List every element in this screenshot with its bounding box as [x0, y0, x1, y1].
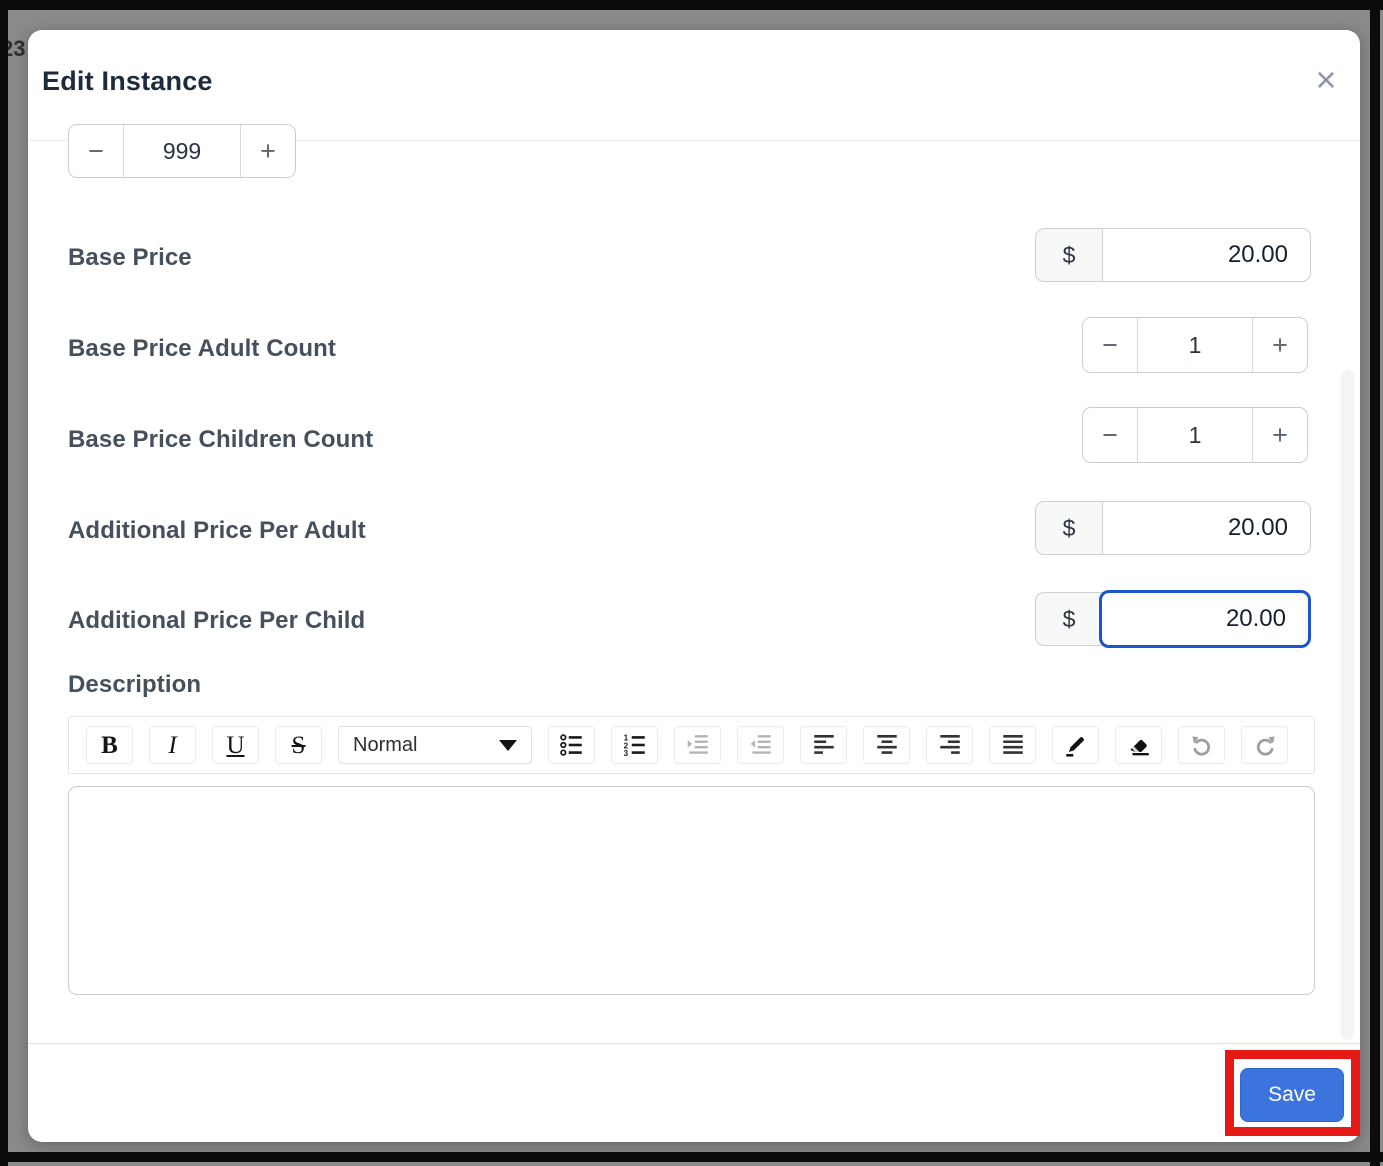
outdent-button[interactable] [737, 726, 784, 764]
additional-adult-group: $ [1035, 501, 1311, 555]
paragraph-style-dropdown[interactable]: Normal [338, 726, 532, 764]
indent-icon [685, 732, 711, 758]
eraser-button[interactable] [1115, 726, 1162, 764]
quantity-value[interactable]: 999 [123, 125, 241, 177]
close-icon[interactable]: × [1306, 60, 1346, 100]
frame-border-right [1370, 0, 1380, 1166]
modal-scrollbar[interactable] [1341, 370, 1354, 1040]
ordered-list-button[interactable]: 123 [611, 726, 658, 764]
frame-border-top [0, 0, 1383, 10]
align-right-icon [937, 732, 963, 758]
undo-button[interactable] [1178, 726, 1225, 764]
align-left-button[interactable] [800, 726, 847, 764]
annotation-highlight [1225, 1050, 1360, 1136]
redo-button[interactable] [1241, 726, 1288, 764]
bullet-list-button[interactable] [548, 726, 595, 764]
frame-border-bottom [0, 1152, 1383, 1162]
italic-glyph: I [168, 733, 176, 758]
paragraph-style-value: Normal [353, 734, 417, 757]
quantity-decrement-button[interactable]: − [69, 125, 123, 177]
children-count-value[interactable]: 1 [1137, 408, 1253, 462]
base-price-group: $ [1035, 228, 1311, 282]
additional-child-group: $ [1035, 592, 1311, 646]
redo-icon [1252, 732, 1278, 758]
ordered-list-icon: 123 [622, 732, 648, 758]
edit-instance-modal: Edit Instance × − 999 + Base Price $ Bas… [28, 30, 1360, 1142]
justify-button[interactable] [989, 726, 1036, 764]
align-center-icon [874, 732, 900, 758]
bold-glyph: B [101, 733, 118, 758]
bold-button[interactable]: B [86, 726, 133, 764]
strikethrough-button[interactable]: S [275, 726, 322, 764]
indent-button[interactable] [674, 726, 721, 764]
adult-count-increment-button[interactable]: + [1253, 318, 1307, 372]
adult-count-decrement-button[interactable]: − [1083, 318, 1137, 372]
adult-count-value[interactable]: 1 [1137, 318, 1253, 372]
align-right-button[interactable] [926, 726, 973, 764]
quantity-stepper: − 999 + [68, 124, 296, 178]
adult-count-label: Base Price Adult Count [68, 335, 336, 363]
svg-text:3: 3 [623, 749, 628, 758]
strikethrough-glyph: S [292, 733, 306, 758]
text-color-pen-button[interactable] [1052, 726, 1099, 764]
align-center-button[interactable] [863, 726, 910, 764]
underline-glyph: U [226, 733, 244, 758]
children-count-decrement-button[interactable]: − [1083, 408, 1137, 462]
children-count-label: Base Price Children Count [68, 426, 373, 454]
additional-child-label: Additional Price Per Child [68, 607, 365, 635]
currency-symbol: $ [1035, 501, 1103, 555]
frame-border-left [0, 0, 8, 1166]
underline-button[interactable]: U [212, 726, 259, 764]
base-price-input[interactable] [1102, 228, 1311, 282]
children-count-stepper: − 1 + [1082, 407, 1308, 463]
quantity-increment-button[interactable]: + [241, 125, 295, 177]
additional-adult-input[interactable] [1102, 501, 1311, 555]
currency-symbol: $ [1035, 592, 1103, 646]
modal-title: Edit Instance [42, 66, 213, 97]
eraser-icon [1126, 732, 1152, 758]
additional-adult-label: Additional Price Per Adult [68, 517, 366, 545]
italic-button[interactable]: I [149, 726, 196, 764]
align-left-icon [811, 732, 837, 758]
chevron-down-icon [499, 740, 517, 751]
footer-divider [28, 1043, 1360, 1044]
outdent-icon [748, 732, 774, 758]
adult-count-stepper: − 1 + [1082, 317, 1308, 373]
description-label: Description [68, 671, 201, 699]
description-editor[interactable] [68, 786, 1315, 995]
undo-icon [1189, 732, 1215, 758]
children-count-increment-button[interactable]: + [1253, 408, 1307, 462]
bullet-list-icon [559, 732, 585, 758]
base-price-label: Base Price [68, 244, 192, 272]
rich-text-toolbar: B I U S Normal 123 [68, 716, 1315, 774]
pen-icon [1063, 732, 1089, 758]
justify-icon [1000, 732, 1026, 758]
additional-child-input[interactable] [1099, 590, 1311, 648]
currency-symbol: $ [1035, 228, 1103, 282]
